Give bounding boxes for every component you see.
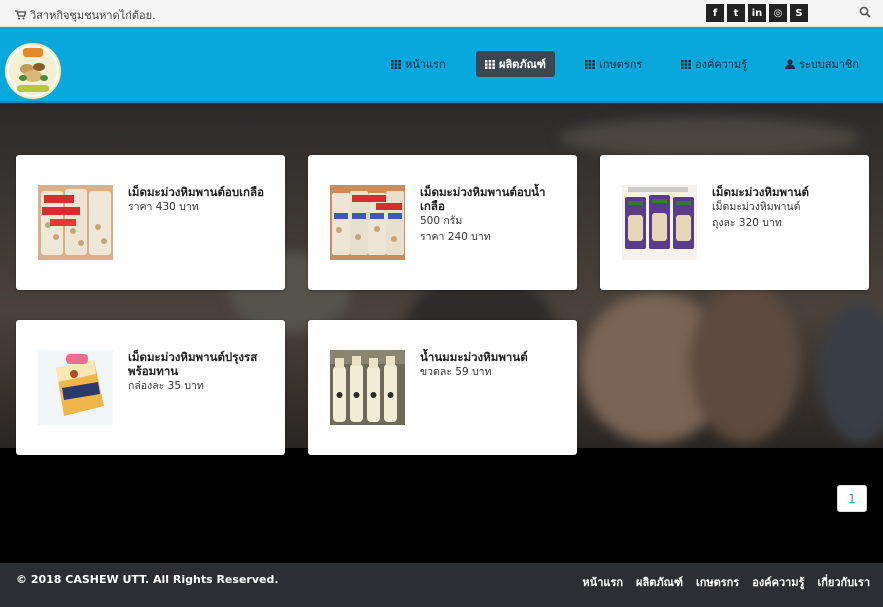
product-image xyxy=(38,350,113,425)
site-logo[interactable] xyxy=(5,43,61,99)
cart-icon xyxy=(15,10,26,20)
product-card[interactable]: เม็ดมะม่วงหิมพานต์ เม็ดมะม่วงหิมพานต์ ถุ… xyxy=(600,155,869,290)
product-name[interactable]: น้ำนมมะม่วงหิมพานต์ xyxy=(420,350,570,364)
product-image xyxy=(622,185,697,260)
product-image xyxy=(38,185,113,260)
user-icon xyxy=(785,59,795,69)
product-card[interactable]: เม็ดมะม่วงหิมพานต์ปรุงรสพร้อมทาน กล่องละ… xyxy=(16,320,285,455)
product-name[interactable]: เม็ดมะม่วงหิมพานต์อบน้ำเกลือ xyxy=(420,185,570,213)
main-navbar: หน้าแรก ผลิตภัณฑ์ เกษตรกร องค์ความรู้ ระ… xyxy=(0,27,883,103)
product-info: น้ำนมมะม่วงหิมพานต์ ขวดละ 59 บาท xyxy=(420,350,570,380)
footer-link-knowledge[interactable]: องค์ความรู้ xyxy=(752,573,804,591)
product-info: เม็ดมะม่วงหิมพานต์อบเกลือ ราคา 430 บาท xyxy=(128,185,278,215)
product-price: ราคา 430 บาท xyxy=(128,201,199,213)
footer-link-farmers[interactable]: เกษตรกร xyxy=(696,573,739,591)
dribbble-icon[interactable]: ◎ xyxy=(769,4,787,22)
nav-label: หน้าแรก xyxy=(405,58,446,71)
product-description: เม็ดมะม่วงหิมพานต์ xyxy=(712,201,801,213)
product-weight: 500 กรัม xyxy=(420,215,463,227)
product-name[interactable]: เม็ดมะม่วงหิมพานต์ xyxy=(712,185,862,199)
product-image xyxy=(330,185,405,260)
twitter-icon[interactable]: t xyxy=(727,4,745,22)
footer-links: หน้าแรก ผลิตภัณฑ์ เกษตรกร องค์ความรู้ เก… xyxy=(582,573,870,591)
skype-icon[interactable]: S xyxy=(790,4,808,22)
product-price: ถุงละ 320 บาท xyxy=(712,217,782,229)
site-footer: © 2018 CASHEW UTT. All Rights Reserved. … xyxy=(0,563,883,607)
product-info: เม็ดมะม่วงหิมพานต์อบน้ำเกลือ 500 กรัม รา… xyxy=(420,185,570,245)
grid-icon xyxy=(681,59,691,69)
nav-item-farmers[interactable]: เกษตรกร xyxy=(576,51,651,77)
social-links: f t in ◎ S xyxy=(706,4,808,22)
nav-label: เกษตรกร xyxy=(599,58,643,71)
product-card[interactable]: น้ำนมมะม่วงหิมพานต์ ขวดละ 59 บาท xyxy=(308,320,577,455)
facebook-icon[interactable]: f xyxy=(706,4,724,22)
nav-item-products[interactable]: ผลิตภัณฑ์ xyxy=(476,51,555,77)
nav-item-knowledge[interactable]: องค์ความรู้ xyxy=(672,51,756,77)
product-card[interactable]: เม็ดมะม่วงหิมพานต์อบน้ำเกลือ 500 กรัม รา… xyxy=(308,155,577,290)
grid-icon xyxy=(485,59,495,69)
product-price: ขวดละ 59 บาท xyxy=(420,366,492,378)
nav-label: ผลิตภัณฑ์ xyxy=(499,58,546,71)
footer-link-about[interactable]: เกี่ยวกับเรา xyxy=(817,573,870,591)
top-bar: วิสาหกิจชุมชนหาดไก่ต้อย. f t in ◎ S xyxy=(0,0,883,27)
footer-link-home[interactable]: หน้าแรก xyxy=(582,573,623,591)
product-info: เม็ดมะม่วงหิมพานต์ปรุงรสพร้อมทาน กล่องละ… xyxy=(128,350,278,394)
product-price: กล่องละ 35 บาท xyxy=(128,380,204,392)
grid-icon xyxy=(391,59,401,69)
site-tagline: วิสาหกิจชุมชนหาดไก่ต้อย. xyxy=(15,6,156,24)
product-info: เม็ดมะม่วงหิมพานต์ เม็ดมะม่วงหิมพานต์ ถุ… xyxy=(712,185,862,231)
nav-label: ระบบสมาชิก xyxy=(799,58,860,71)
linkedin-icon[interactable]: in xyxy=(748,4,766,22)
nav-label: องค์ความรู้ xyxy=(695,58,748,71)
nav-item-home[interactable]: หน้าแรก xyxy=(382,51,455,77)
footer-link-products[interactable]: ผลิตภัณฑ์ xyxy=(636,573,683,591)
pagination-page-button[interactable]: 1 xyxy=(837,485,867,512)
search-icon[interactable] xyxy=(859,6,871,18)
product-name[interactable]: เม็ดมะม่วงหิมพานต์ปรุงรสพร้อมทาน xyxy=(128,350,278,378)
product-name[interactable]: เม็ดมะม่วงหิมพานต์อบเกลือ xyxy=(128,185,278,199)
product-card[interactable]: เม็ดมะม่วงหิมพานต์อบเกลือ ราคา 430 บาท xyxy=(16,155,285,290)
product-price: ราคา 240 บาท xyxy=(420,231,491,243)
product-image xyxy=(330,350,405,425)
copyright-text: © 2018 CASHEW UTT. All Rights Reserved. xyxy=(16,573,279,586)
grid-icon xyxy=(585,59,595,69)
nav-item-member-system[interactable]: ระบบสมาชิก xyxy=(776,51,868,77)
tagline-text: วิสาหกิจชุมชนหาดไก่ต้อย. xyxy=(30,9,156,22)
